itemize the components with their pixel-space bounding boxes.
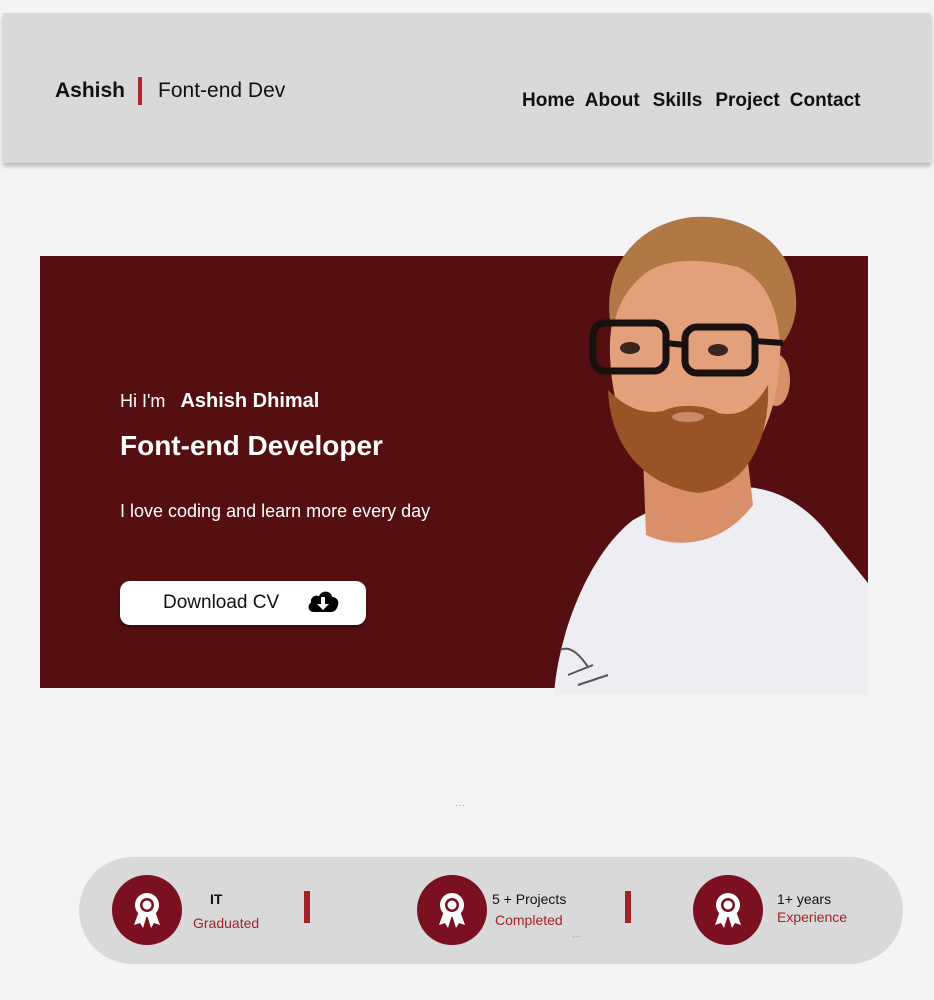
stat-badge-projects bbox=[417, 875, 487, 945]
stat-divider bbox=[304, 891, 310, 923]
award-icon bbox=[134, 893, 160, 928]
site-header: Ashish Font-end Dev Home About Skills Pr… bbox=[3, 13, 931, 163]
stat-projects-label: Completed bbox=[495, 912, 563, 928]
stats-bar: IT Graduated 5 + Projects Completed 1+ y… bbox=[79, 857, 903, 964]
stat-experience-value: 1+ years bbox=[777, 891, 832, 907]
stat-badge-it bbox=[112, 875, 182, 945]
stat-experience-label: Experience bbox=[777, 909, 848, 925]
hero-title: Font-end Developer bbox=[120, 430, 383, 461]
download-cv-label: Download CV bbox=[163, 592, 280, 613]
nav-project[interactable]: Project bbox=[715, 90, 779, 112]
stat-it-label: Graduated bbox=[193, 915, 260, 931]
cloud-download-icon bbox=[308, 591, 339, 612]
stat-it-value: IT bbox=[210, 891, 223, 907]
greeting-text: Hi I'm bbox=[120, 391, 166, 411]
greeting: Hi I'm Ashish Dhimal bbox=[120, 390, 319, 413]
award-icon bbox=[715, 893, 741, 928]
nav-contact[interactable]: Contact bbox=[790, 90, 861, 112]
profile-photo bbox=[554, 216, 868, 695]
award-icon bbox=[439, 893, 465, 928]
brand-name: Ashish bbox=[55, 79, 126, 102]
brand-divider bbox=[138, 77, 143, 105]
nav-home[interactable]: Home bbox=[522, 90, 575, 112]
hero-tagline: I love coding and learn more every day bbox=[120, 501, 431, 521]
stat-divider bbox=[625, 891, 631, 923]
section-divider-dots: ··· bbox=[572, 931, 582, 942]
section-divider-dots: ··· bbox=[455, 800, 465, 811]
download-cv-button[interactable]: Download CV bbox=[120, 581, 366, 625]
stat-projects-value: 5 + Projects bbox=[492, 891, 567, 907]
nav-about[interactable]: About bbox=[585, 90, 640, 112]
brand-role: Font-end Dev bbox=[158, 79, 286, 102]
brand[interactable]: Ashish Font-end Dev bbox=[55, 77, 285, 105]
hero-name: Ashish Dhimal bbox=[180, 390, 320, 412]
stat-badge-experience bbox=[693, 875, 763, 945]
main-nav: Home About Skills Project Contact bbox=[522, 90, 860, 112]
nav-skills[interactable]: Skills bbox=[653, 90, 703, 112]
